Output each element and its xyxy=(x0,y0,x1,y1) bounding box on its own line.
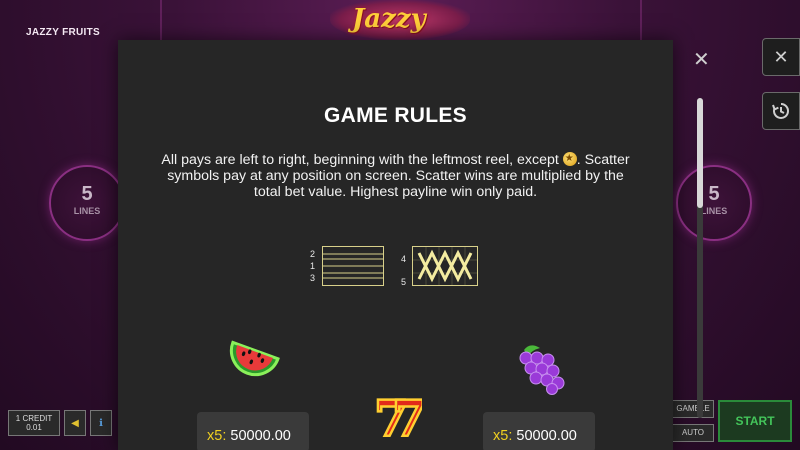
scatter-star-icon xyxy=(562,151,577,167)
rules-text: All pays are left to right, beginning wi… xyxy=(160,151,631,200)
grapes-symbol xyxy=(506,340,572,401)
prize-amount: 50000.00 xyxy=(230,428,291,444)
lines-indicator-right: 5 LINES xyxy=(676,165,752,241)
info-icon: ℹ xyxy=(99,417,103,429)
panel-close-button[interactable]: ✕ xyxy=(693,47,710,72)
seven-symbol: 7 7 xyxy=(370,388,428,450)
prize-multiplier: x5: xyxy=(493,428,513,444)
payline-number: 5 xyxy=(401,277,407,287)
side-close-button[interactable]: ✕ xyxy=(762,38,800,76)
gamble-button[interactable]: GAMBLE xyxy=(672,400,714,418)
close-icon: ✕ xyxy=(693,49,710,71)
auto-button[interactable]: AUTO xyxy=(672,424,714,442)
lines-indicator-left: 5 LINES xyxy=(49,165,125,241)
game-rules-panel: GAME RULES All pays are left to right, b… xyxy=(118,40,673,450)
history-icon xyxy=(772,103,789,119)
payline-number: 2 xyxy=(310,249,316,259)
payline-diagram-zigzag xyxy=(412,246,478,286)
payline-number: 3 xyxy=(310,273,316,283)
start-button[interactable]: START xyxy=(718,400,792,442)
watermelon-symbol xyxy=(222,340,282,399)
prize-amount: 50000.00 xyxy=(516,428,577,444)
payline-diagram-straight xyxy=(322,246,384,286)
prize-box-watermelon: x5: 50000.00 xyxy=(197,412,309,450)
seven-icon: 7 7 xyxy=(373,388,428,450)
game-title: JAZZY FRUITS xyxy=(26,27,100,38)
panel-title: GAME RULES xyxy=(323,104,467,127)
speaker-icon: ◀ xyxy=(71,417,79,429)
payline-numbers-left: 2 1 3 xyxy=(310,248,315,284)
history-button[interactable] xyxy=(762,92,800,130)
info-button[interactable]: ℹ xyxy=(90,410,112,436)
credit-value: 0.01 xyxy=(26,423,42,432)
scrollbar-thumb[interactable] xyxy=(697,98,703,208)
logo-text: Jazzy xyxy=(352,4,426,34)
prize-multiplier: x5: xyxy=(207,428,227,444)
prize-box-grapes: x5: 50000.00 xyxy=(483,412,595,450)
zigzag-lines-icon xyxy=(413,247,477,285)
straight-lines-icon xyxy=(323,253,383,279)
svg-text:7: 7 xyxy=(392,389,422,442)
sound-button[interactable]: ◀ xyxy=(64,410,86,436)
credit-selector[interactable]: 1 CREDIT 0.01 xyxy=(8,410,60,436)
lines-count: 5 xyxy=(708,183,720,205)
payline-number: 4 xyxy=(401,254,407,264)
payline-number: 1 xyxy=(310,261,316,271)
close-icon: ✕ xyxy=(773,46,789,67)
game-logo: Jazzy xyxy=(330,0,470,40)
credit-label: 1 CREDIT xyxy=(15,414,53,423)
lines-count: 5 xyxy=(81,183,93,205)
payline-numbers-right: 4 5 xyxy=(401,248,406,294)
lines-label: LINES xyxy=(700,206,728,216)
watermelon-icon xyxy=(229,340,280,377)
rules-text-part1: All pays are left to right, beginning wi… xyxy=(161,152,563,168)
grapes-icon xyxy=(519,345,565,395)
lines-label: LINES xyxy=(73,206,101,216)
